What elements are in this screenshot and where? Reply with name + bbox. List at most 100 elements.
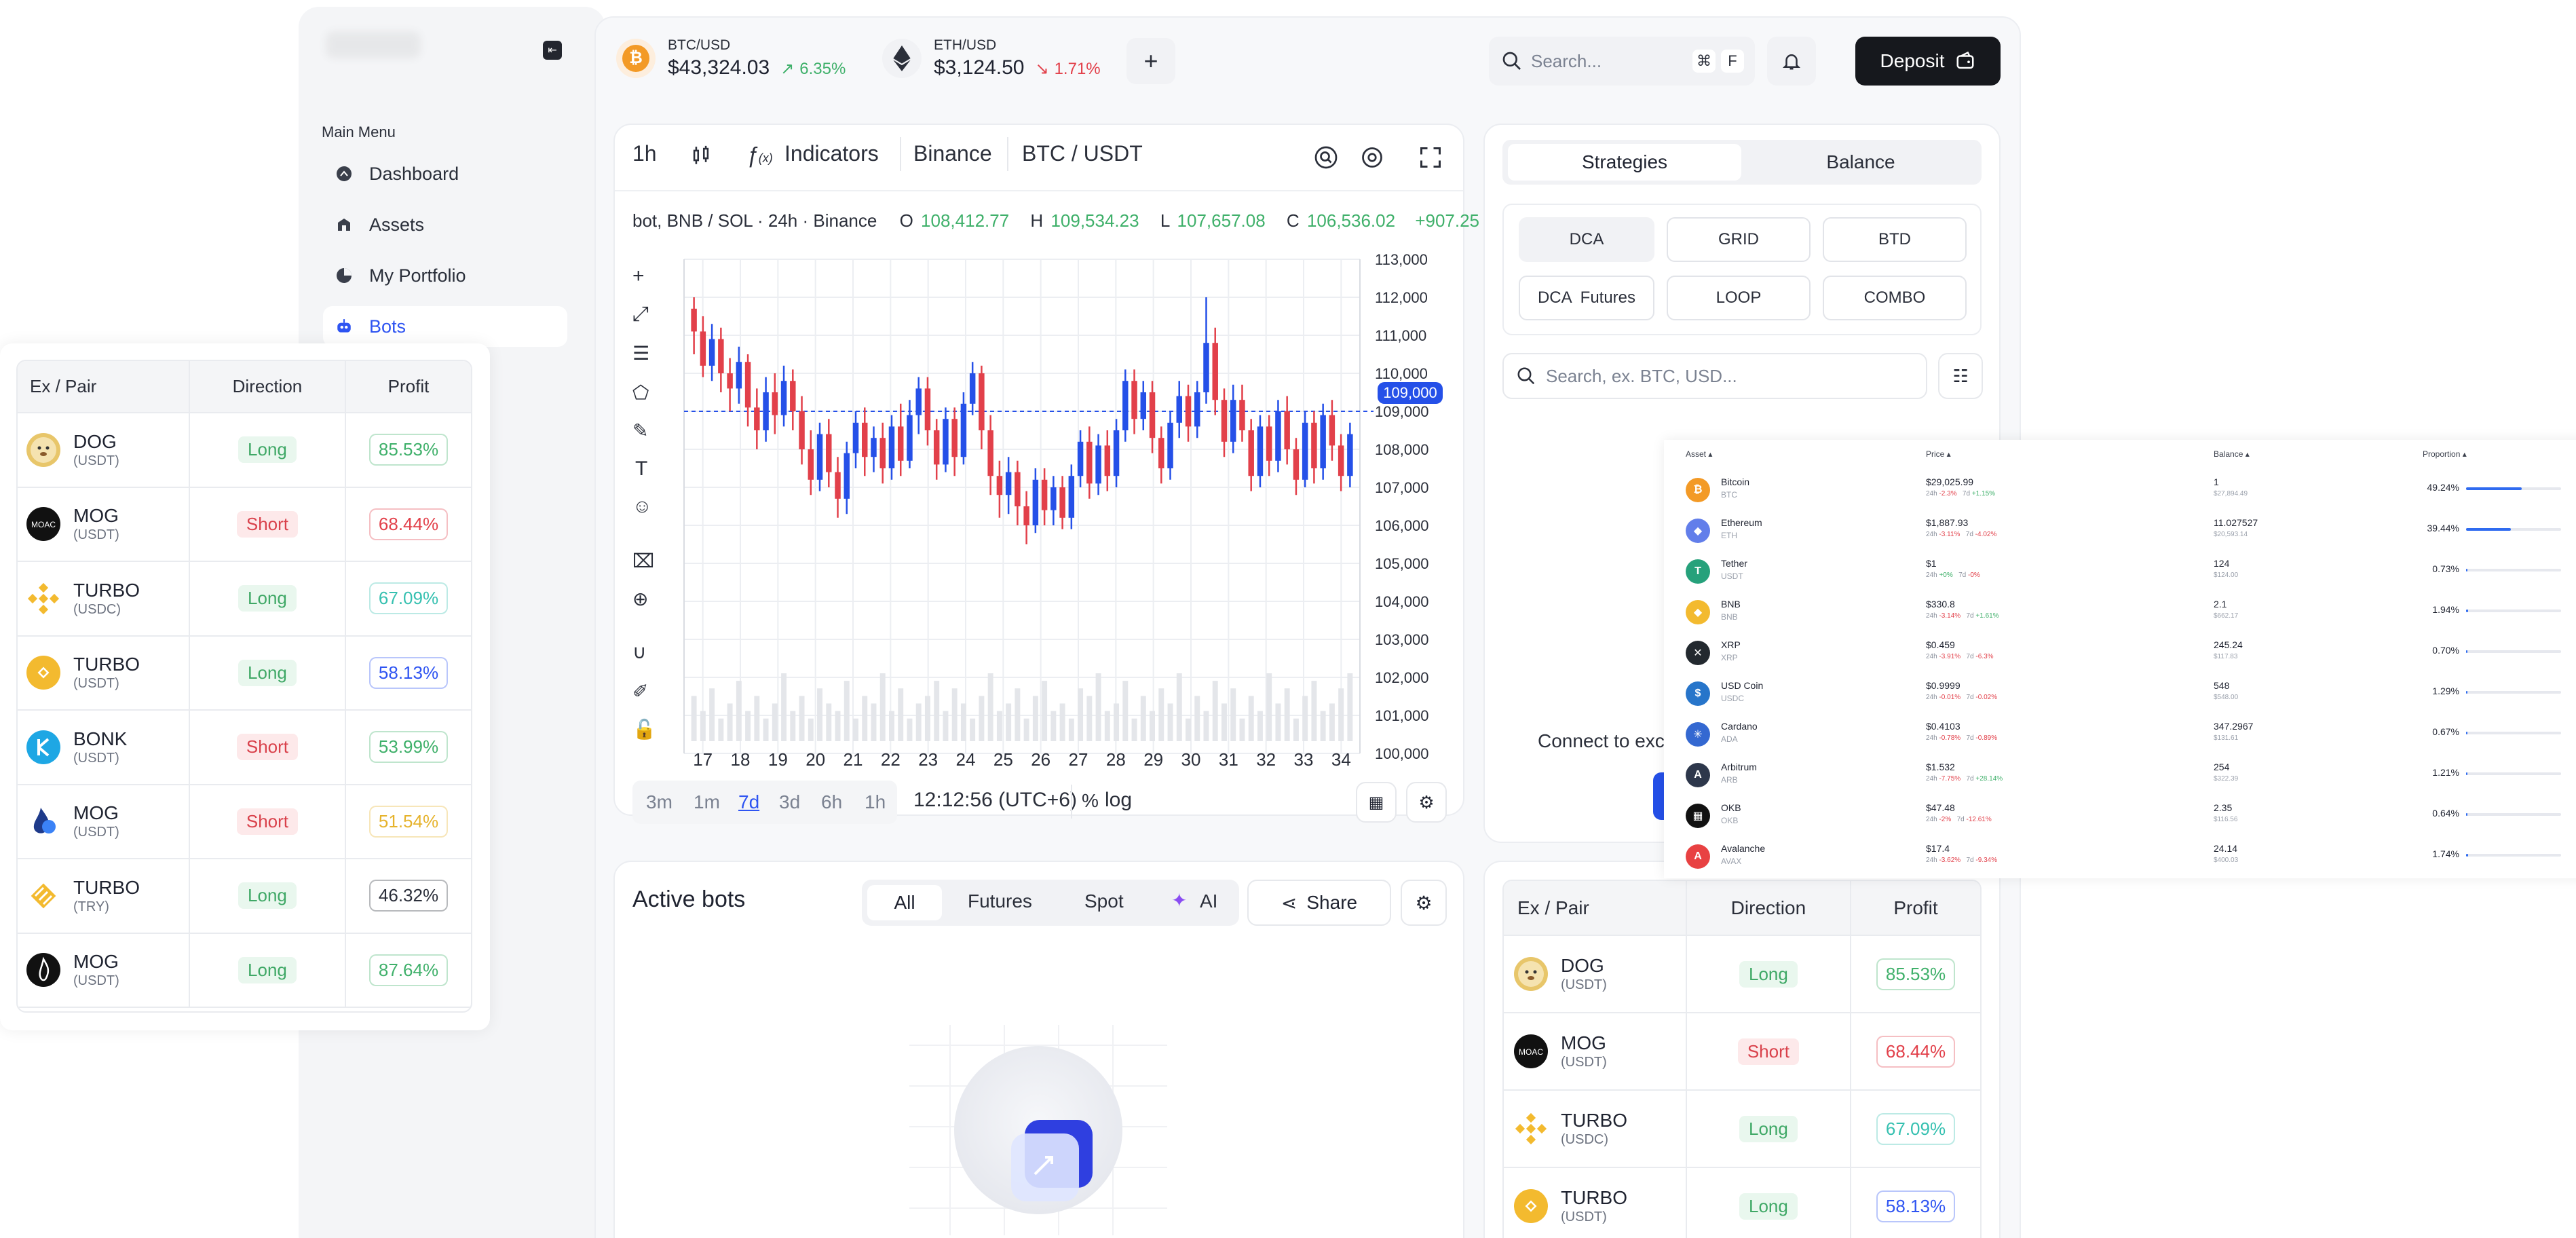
price-chart[interactable]: 113,000 112,000 111,000 110,000 109,000 108,0… (679, 244, 1445, 767)
volume-bar (1293, 718, 1299, 741)
candle-body (933, 430, 940, 465)
chart-footer-settings-button[interactable]: ⚙ (1406, 782, 1447, 823)
timeframe-1h[interactable]: 1h (865, 791, 886, 813)
balance-row[interactable]: ✕ XRP XRP $0.459 24h -3.91% 7d -6.3% 245… (1664, 631, 2576, 672)
candle-body (852, 422, 859, 453)
crosshair-icon[interactable]: + (632, 265, 645, 288)
emoji-icon[interactable]: ☺ (632, 495, 652, 517)
magnet-icon[interactable]: ∪ (632, 641, 647, 663)
table-row[interactable]: TURBO (USDC) Long 67.09% (18, 561, 471, 637)
pair-selector[interactable]: BTC / USDT (1022, 141, 1143, 166)
strategy-dca[interactable]: DCA (1519, 217, 1654, 262)
tab-futures[interactable]: Futures (968, 890, 1032, 912)
table-row[interactable]: MOG (USDT) Long 87.64% (18, 933, 471, 1008)
balance-row[interactable]: ✳ Cardano ADA $0.4103 24h -0.78% 7d -0.8… (1664, 713, 2576, 753)
sidebar-item-bots[interactable]: Bots (323, 306, 567, 347)
table-row[interactable]: BONK (USDT) Short 53.99% (18, 710, 471, 785)
balance-header-asset[interactable]: Asset ▴ (1686, 449, 1712, 459)
indicators-button[interactable]: Indicators (784, 141, 879, 166)
direction-badge: Short (236, 808, 299, 835)
balance-row[interactable]: T Tether USDT $1 24h +0% 7d -0% 124 $124… (1664, 550, 2576, 590)
chart-search-icon[interactable] (1314, 145, 1338, 173)
proportion-bar (2466, 691, 2561, 694)
table-row[interactable]: MOG (USDT) Short 51.54% (18, 784, 471, 859)
tab-spot[interactable]: Spot (1084, 890, 1124, 912)
table-row[interactable]: DOG (USDT) Long 85.53% (1504, 935, 1980, 1013)
ruler-icon[interactable]: ⌧ (632, 550, 654, 572)
balance-row[interactable]: ₿ Bitcoin BTC $29,025.99 24h -2.3% 7d +1… (1664, 468, 2576, 509)
strategy-grid-button[interactable]: GRID (1667, 217, 1811, 262)
table-row[interactable]: TURBO (USDC) Long 67.09% (1504, 1090, 1980, 1168)
candle-body (691, 308, 697, 332)
balance-row[interactable]: ◆ BNB BNB $330.8 24h -3.14% 7d +1.61% 2.… (1664, 590, 2576, 631)
sidebar-item-dashboard[interactable]: Dashboard (323, 153, 567, 194)
strategy-search[interactable]: Search, ex. BTC, USD... (1502, 353, 1927, 399)
table-row[interactable]: MOAC MOG (USDT) Short 68.44% (18, 487, 471, 562)
search-box[interactable]: Search... ⌘ F (1489, 37, 1755, 86)
table-row[interactable]: TURBO (USDT) Long 58.13% (18, 635, 471, 711)
strategy-btd[interactable]: BTD (1823, 217, 1967, 262)
percent-toggle[interactable]: % (1082, 790, 1099, 812)
deposit-button[interactable]: Deposit (1855, 37, 2001, 86)
balance-header-proportion[interactable]: Proportion ▴ (2423, 449, 2467, 459)
ticker-eth[interactable]: ETH/USD $3,124.50 ↘ 1.71% (882, 37, 1101, 79)
timeframe-3m[interactable]: 3m (646, 791, 673, 813)
shapes-icon[interactable]: ⬠ (632, 381, 649, 404)
table-row[interactable]: TURBO (USDT) Long 58.13% (1504, 1167, 1980, 1238)
balance-row[interactable]: $ USD Coin USDC $0.9999 24h -0.01% 7d -0… (1664, 672, 2576, 713)
calendar-button[interactable]: ▦ (1356, 782, 1397, 823)
add-ticker-button[interactable]: + (1126, 38, 1175, 84)
timeframe-1m[interactable]: 1m (694, 791, 720, 813)
brush-icon[interactable]: ✎ (632, 419, 648, 442)
timeframe-7d[interactable]: 7d (738, 791, 759, 813)
volume-bar (907, 718, 913, 741)
tab-all[interactable]: All (867, 885, 942, 920)
text-tool-icon[interactable]: T (635, 457, 647, 481)
share-button[interactable]: ⋖ Share (1247, 880, 1391, 926)
balance-row[interactable]: A Avalanche AVAX $17.4 24h -3.62% 7d -9.… (1664, 835, 2576, 876)
sidebar-item-my-portfolio[interactable]: My Portfolio (323, 255, 567, 296)
strategy-combo[interactable]: COMBO (1823, 276, 1967, 320)
balance-header-price[interactable]: Price ▴ (1926, 449, 1951, 459)
tab-ai[interactable]: AI (1200, 890, 1217, 912)
table-row[interactable]: MOAC MOG (USDT) Short 68.44% (1504, 1013, 1980, 1091)
balance-row[interactable]: ▦ OKB OKB $47.48 24h -2% 7d -12.61% 2.35… (1664, 794, 2576, 835)
filter-button[interactable]: ☷ (1938, 353, 1983, 399)
timeframe-6h[interactable]: 6h (821, 791, 842, 813)
volume-bar (1186, 718, 1191, 741)
table-row[interactable]: TURBO (TRY) Long 46.32% (18, 859, 471, 934)
table-row[interactable]: DOG (USDT) Long 85.53% (18, 413, 471, 488)
zoom-icon[interactable]: ⊕ (632, 588, 648, 610)
tab-strategies[interactable]: Strategies (1508, 144, 1741, 181)
balance-row[interactable]: A Arbitrum ARB $1.532 24h -7.75% 7d +28.… (1664, 753, 2576, 794)
trendline-icon[interactable]: ⤢ (632, 303, 649, 326)
tab-balance[interactable]: Balance (1745, 144, 1976, 181)
collapse-sidebar-icon[interactable]: ⇤ (543, 41, 562, 60)
log-toggle[interactable]: log (1105, 789, 1132, 812)
ticker-btc[interactable]: ₿ BTC/USD $43,324.03 ↗ 6.35% (616, 37, 846, 79)
timeframe-3d[interactable]: 3d (779, 791, 800, 813)
edit-icon[interactable]: ✐ (632, 680, 648, 702)
asset-name: Ethereum (1721, 517, 1762, 528)
x-tick-label: 33 (1294, 749, 1314, 767)
candles-icon[interactable] (689, 144, 713, 170)
chart-settings-icon[interactable] (1360, 145, 1384, 173)
bitcoin-icon: ₿ (1686, 478, 1710, 502)
exchange-selector[interactable]: Binance (913, 141, 992, 166)
interval-selector[interactable]: 1h (632, 141, 657, 166)
search-input[interactable]: Search... (1531, 51, 1692, 72)
lock-icon[interactable]: 🔓 (632, 718, 656, 740)
strategy-search-input[interactable]: Search, ex. BTC, USD... (1546, 366, 1737, 387)
notifications-button[interactable] (1767, 37, 1816, 86)
balance-header-balance[interactable]: Balance ▴ (2214, 449, 2250, 459)
proportion-bar (2466, 528, 2561, 531)
fullscreen-icon[interactable] (1418, 145, 1443, 173)
candle-body (826, 434, 832, 472)
bots-settings-button[interactable]: ⚙ (1401, 880, 1447, 926)
strategy-dca-futures[interactable]: DCA Futures (1519, 276, 1654, 320)
fib-icon[interactable]: ☰ (632, 342, 649, 364)
balance-row[interactable]: ◆ Ethereum ETH $1,887.93 24h -3.11% 7d -… (1664, 509, 2576, 550)
timezone-clock[interactable]: 12:12:56 (UTC+6) (913, 789, 1077, 812)
strategy-loop[interactable]: LOOP (1667, 276, 1811, 320)
sidebar-item-assets[interactable]: Assets (323, 204, 567, 245)
